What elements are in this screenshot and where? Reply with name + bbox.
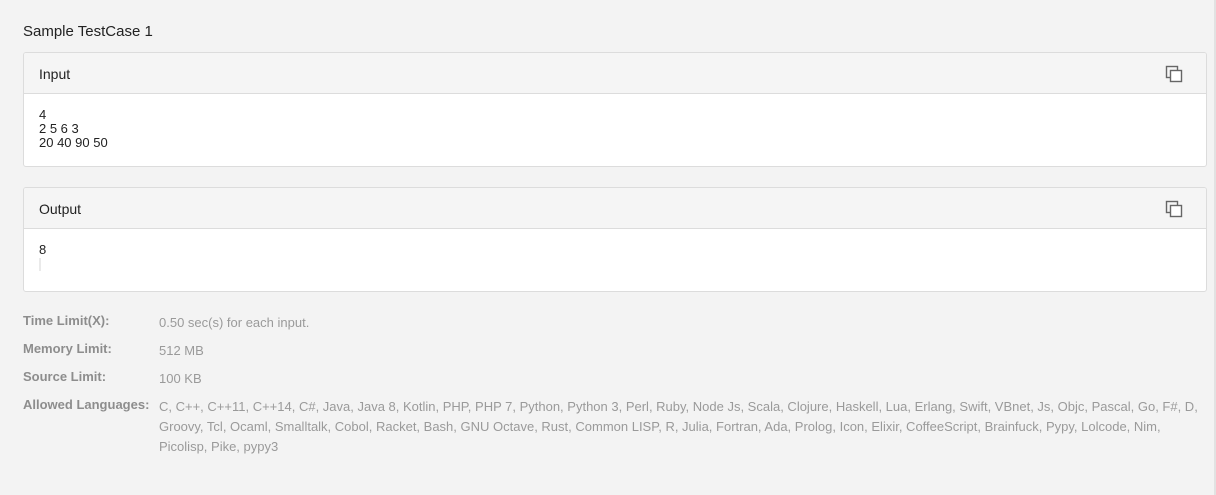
time-limit-value: 0.50 sec(s) for each input. bbox=[159, 315, 310, 330]
allowed-languages-label: Allowed Languages: bbox=[23, 397, 150, 412]
source-limit-value: 100 KB bbox=[159, 371, 202, 386]
copy-icon[interactable] bbox=[1164, 64, 1184, 84]
testcase-title: Sample TestCase 1 bbox=[23, 23, 153, 40]
output-panel-header: Output bbox=[24, 188, 1206, 229]
input-panel-header: Input bbox=[24, 53, 1206, 94]
output-panel-title: Output bbox=[39, 201, 82, 217]
output-content-wrap: 8 bbox=[24, 229, 1206, 271]
source-limit-label: Source Limit: bbox=[23, 369, 107, 384]
memory-limit-label: Memory Limit: bbox=[23, 341, 112, 356]
problem-limits: Time Limit(X): 0.50 sec(s) for each inpu… bbox=[23, 313, 1203, 465]
copy-icon[interactable] bbox=[1164, 199, 1184, 219]
allowed-languages-value: C, C++, C++11, C++14, C#, Java, Java 8, … bbox=[159, 399, 1198, 454]
time-limit-row: Time Limit(X): 0.50 sec(s) for each inpu… bbox=[23, 313, 1203, 333]
allowed-languages-row: Allowed Languages: C, C++, C++11, C++14,… bbox=[23, 397, 1203, 457]
memory-limit-row: Memory Limit: 512 MB bbox=[23, 341, 1203, 361]
input-panel: Input 4 2 5 6 3 20 40 90 50 bbox=[23, 52, 1207, 167]
source-limit-row: Source Limit: 100 KB bbox=[23, 369, 1203, 389]
time-limit-label: Time Limit(X): bbox=[23, 313, 110, 328]
input-content: 4 2 5 6 3 20 40 90 50 bbox=[39, 107, 108, 150]
input-panel-title: Input bbox=[39, 66, 71, 82]
memory-limit-value: 512 MB bbox=[159, 343, 204, 358]
output-panel: Output 8 bbox=[23, 187, 1207, 292]
output-caret bbox=[39, 258, 41, 271]
output-content: 8 bbox=[39, 242, 47, 257]
